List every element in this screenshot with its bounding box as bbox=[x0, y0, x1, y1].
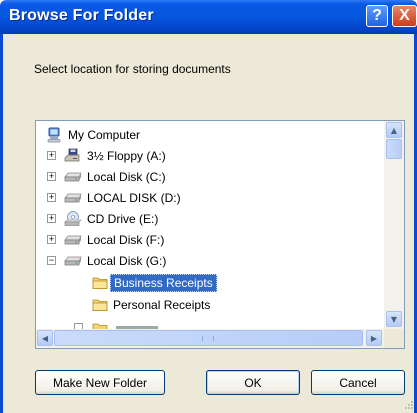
tree-item-local-disk-c[interactable]: + Local Disk (C:) bbox=[36, 167, 384, 187]
scroll-down-button[interactable]: ▼ bbox=[386, 311, 402, 327]
cancel-button[interactable]: Cancel bbox=[311, 370, 405, 395]
folder-tree[interactable]: My Computer + 3½ Floppy (A:) + Local Dis… bbox=[35, 120, 405, 349]
tree-item-local-disk-f[interactable]: + Local Disk (F:) bbox=[36, 230, 384, 250]
expand-toggle[interactable]: + bbox=[47, 172, 56, 181]
tree-item-label: 3½ Floppy (A:) bbox=[87, 149, 166, 163]
tree-item-my-computer[interactable]: My Computer bbox=[36, 125, 384, 145]
folder-icon bbox=[92, 323, 108, 329]
window-title: Browse For Folder bbox=[9, 7, 154, 24]
folder-icon bbox=[92, 299, 108, 311]
tree-item-floppy[interactable]: + 3½ Floppy (A:) bbox=[36, 146, 384, 166]
tree-item-label: CD Drive (E:) bbox=[87, 212, 159, 226]
make-new-folder-button[interactable]: Make New Folder bbox=[35, 370, 165, 395]
help-button[interactable]: ? bbox=[366, 5, 388, 27]
ok-button[interactable]: OK bbox=[206, 370, 300, 395]
tree-item-label: Local Disk (F:) bbox=[87, 233, 165, 247]
title-bar[interactable]: Browse For Folder ? X bbox=[0, 0, 417, 34]
hard-disk-icon bbox=[64, 172, 82, 182]
tree-item-cd-drive-e[interactable]: + CD Drive (E:) bbox=[36, 209, 384, 229]
tree-item-label-selected: Business Receipts bbox=[110, 274, 217, 292]
tree-item-local-disk-g[interactable]: − Local Disk (G:) bbox=[36, 251, 384, 271]
scroll-right-button[interactable]: ▶ bbox=[366, 330, 382, 346]
tree-item-label: My Computer bbox=[68, 128, 141, 142]
tree-item-label: Local Disk (C:) bbox=[87, 170, 166, 184]
scroll-up-icon: ▲ bbox=[390, 125, 398, 135]
expand-toggle[interactable]: + bbox=[47, 193, 56, 202]
tree-item-local-disk-d[interactable]: + LOCAL DISK (D:) bbox=[36, 188, 384, 208]
vertical-scroll-thumb[interactable] bbox=[386, 139, 402, 159]
collapse-toggle[interactable]: − bbox=[47, 256, 56, 265]
hard-disk-icon bbox=[64, 256, 82, 266]
scroll-right-icon: ▶ bbox=[370, 333, 378, 343]
tree-item-label: Local Disk (G:) bbox=[87, 254, 167, 268]
scroll-left-button[interactable]: ◀ bbox=[37, 330, 53, 346]
hard-disk-icon bbox=[64, 193, 82, 203]
help-icon: ? bbox=[372, 7, 382, 24]
scroll-up-button[interactable]: ▲ bbox=[386, 122, 402, 138]
horizontal-scroll-thumb[interactable] bbox=[54, 330, 363, 346]
vertical-scrollbar[interactable]: ▲ ▼ bbox=[384, 121, 404, 330]
resize-grip-icon[interactable] bbox=[402, 398, 414, 410]
cd-drive-icon bbox=[64, 211, 82, 226]
tree-item-label: LOCAL DISK (D:) bbox=[87, 191, 181, 205]
tree-item-business-receipts[interactable]: Business Receipts bbox=[36, 273, 384, 293]
tree-item-partial bbox=[36, 317, 384, 329]
scroll-left-icon: ◀ bbox=[41, 333, 49, 343]
close-icon: X bbox=[399, 7, 410, 24]
browse-for-folder-dialog: Browse For Folder ? X Select location fo… bbox=[0, 0, 417, 413]
my-computer-icon bbox=[47, 127, 61, 143]
floppy-drive-icon bbox=[64, 148, 80, 162]
expand-toggle[interactable]: + bbox=[47, 214, 56, 223]
scrollbar-corner bbox=[384, 329, 404, 348]
instruction-text: Select location for storing documents bbox=[34, 62, 231, 76]
horizontal-scrollbar[interactable]: ◀ ▶ bbox=[36, 329, 384, 348]
scroll-down-icon: ▼ bbox=[390, 314, 398, 324]
expand-toggle[interactable]: + bbox=[47, 151, 56, 160]
hard-disk-icon bbox=[64, 235, 82, 245]
scroll-grip-icon bbox=[202, 336, 214, 341]
tree-item-label: Personal Receipts bbox=[113, 298, 211, 312]
close-button[interactable]: X bbox=[392, 5, 417, 27]
tree-item-personal-receipts[interactable]: Personal Receipts bbox=[36, 295, 384, 315]
folder-icon bbox=[92, 277, 108, 289]
expand-toggle[interactable]: + bbox=[47, 235, 56, 244]
